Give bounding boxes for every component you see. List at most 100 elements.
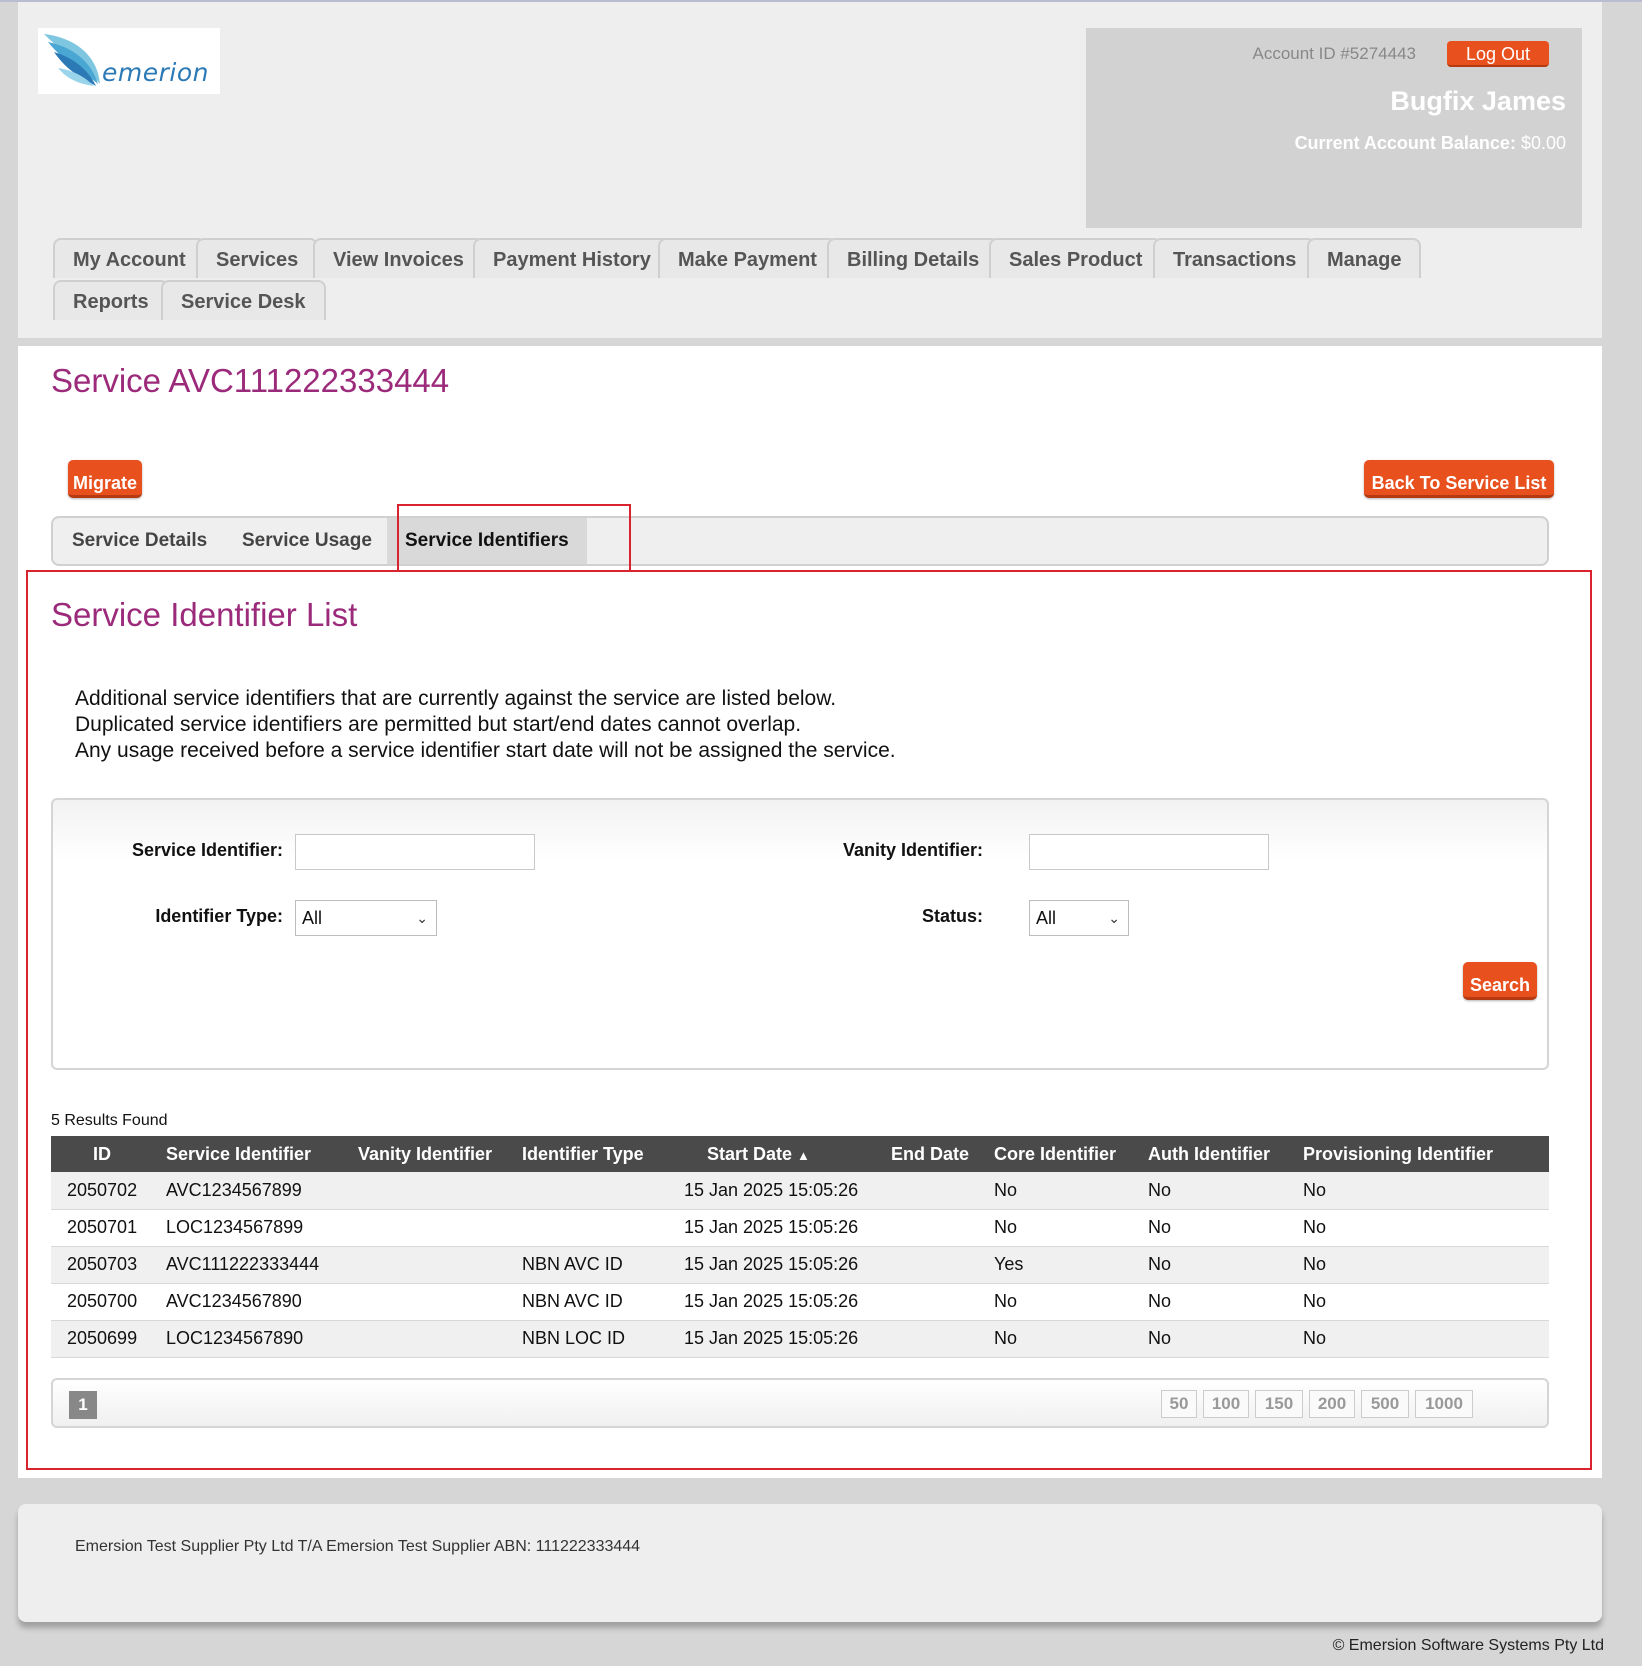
cell-provisioning-identifier: No (1293, 1283, 1549, 1321)
cell-vanity-identifier (338, 1172, 510, 1210)
page-footer: Emersion Test Supplier Pty Ltd T/A Emers… (18, 1504, 1602, 1622)
nav-tab-make-payment[interactable]: Make Payment (658, 238, 837, 278)
search-button[interactable]: Search (1463, 962, 1537, 1000)
cell-service-identifier: AVC111222333444 (147, 1246, 338, 1284)
page-size-option[interactable]: 200 (1309, 1390, 1355, 1418)
cell-end-date (885, 1246, 984, 1284)
nav-tab-services[interactable]: Services (196, 238, 319, 278)
table-row[interactable]: 2050699 LOC1234567890 NBN LOC ID 15 Jan 202… (51, 1320, 1549, 1358)
identifier-type-select[interactable]: All ⌄ (295, 900, 437, 936)
nav-tab-billing-details[interactable]: Billing Details (827, 238, 1000, 278)
vanity-identifier-input[interactable] (1029, 834, 1269, 870)
description-line: Duplicated service identifiers are permi… (75, 713, 802, 736)
status-select[interactable]: All ⌄ (1029, 900, 1129, 936)
cell-service-identifier: LOC1234567890 (147, 1320, 338, 1358)
account-panel: Account ID #5274443 Log Out Bugfix James… (1086, 28, 1582, 228)
company-info: Emersion Test Supplier Pty Ltd T/A Emers… (75, 1538, 641, 1555)
page-size-option[interactable]: 500 (1361, 1390, 1409, 1418)
col-header-vanity-identifier[interactable]: Vanity Identifier (338, 1136, 510, 1172)
page-title: Service AVC111222333444 (51, 362, 450, 399)
cell-service-identifier: AVC1234567899 (147, 1172, 338, 1210)
nav-tab-transactions[interactable]: Transactions (1153, 238, 1317, 278)
nav-tab-service-desk[interactable]: Service Desk (161, 280, 326, 320)
cell-auth-identifier: No (1138, 1209, 1293, 1247)
col-header-end-date[interactable]: End Date (885, 1136, 984, 1172)
page-size-option[interactable]: 150 (1255, 1390, 1303, 1418)
cell-start-date: 15 Jan 2025 15:05:26 (673, 1320, 885, 1358)
cell-id: 2050701 (51, 1209, 147, 1247)
table-row[interactable]: 2050701 LOC1234567899 15 Jan 2025 15:05:26… (51, 1209, 1549, 1247)
nav-tab-my-account[interactable]: My Account (53, 238, 206, 278)
page-size-option[interactable]: 1000 (1415, 1390, 1473, 1418)
cell-identifier-type: NBN AVC ID (510, 1246, 673, 1284)
nav-tab-reports[interactable]: Reports (53, 280, 169, 320)
col-header-auth-identifier[interactable]: Auth Identifier (1138, 1136, 1293, 1172)
cell-auth-identifier: No (1138, 1246, 1293, 1284)
balance-label: Current Account Balance: (1294, 133, 1516, 153)
service-identifier-input[interactable] (295, 834, 535, 870)
migrate-button[interactable]: Migrate (68, 460, 142, 498)
service-subtabs: Service Details Service Usage Service Id… (51, 516, 1549, 566)
cell-end-date (885, 1172, 984, 1210)
service-identifier-label: Service Identifier: (131, 840, 283, 860)
balance-value: $0.00 (1520, 133, 1566, 153)
cell-vanity-identifier (338, 1283, 510, 1321)
cell-end-date (885, 1320, 984, 1358)
cell-provisioning-identifier: No (1293, 1320, 1549, 1358)
cell-auth-identifier: No (1138, 1320, 1293, 1358)
page-header: emerion Account ID #5274443 Log Out Bugf… (18, 2, 1602, 338)
description-line: Any usage received before a service iden… (75, 739, 896, 762)
emersion-logo[interactable]: emerion (38, 28, 220, 94)
cell-vanity-identifier (338, 1246, 510, 1284)
back-to-service-list-button[interactable]: Back To Service List (1364, 460, 1554, 498)
cell-id: 2050703 (51, 1246, 147, 1284)
cell-auth-identifier: No (1138, 1172, 1293, 1210)
chevron-down-icon: ⌄ (1108, 910, 1120, 926)
account-id: Account ID #5274443 (1252, 44, 1416, 63)
cell-identifier-type: NBN LOC ID (510, 1320, 673, 1358)
vanity-identifier-label: Vanity Identifier: (842, 840, 983, 860)
cell-provisioning-identifier: No (1293, 1209, 1549, 1247)
cell-core-identifier: Yes (984, 1246, 1138, 1284)
cell-auth-identifier: No (1138, 1283, 1293, 1321)
identifier-type-value: All (302, 908, 323, 928)
table-row[interactable]: 2050703 AVC111222333444 NBN AVC ID 15 Jan 2… (51, 1246, 1549, 1284)
cell-core-identifier: No (984, 1172, 1138, 1210)
identifier-type-label: Identifier Type: (155, 906, 283, 926)
status-label: Status: (921, 906, 983, 926)
nav-tab-view-invoices[interactable]: View Invoices (313, 238, 484, 278)
page-number-current[interactable]: 1 (69, 1391, 97, 1419)
tab-service-details[interactable]: Service Details (72, 518, 207, 564)
tab-service-usage[interactable]: Service Usage (242, 518, 372, 564)
cell-end-date (885, 1283, 984, 1321)
cell-provisioning-identifier: No (1293, 1172, 1549, 1210)
highlight-active-tab (397, 504, 631, 572)
col-header-core-identifier[interactable]: Core Identifier (984, 1136, 1138, 1172)
nav-tab-sales-product[interactable]: Sales Product (989, 238, 1163, 278)
page-size-option[interactable]: 100 (1203, 1390, 1249, 1418)
cell-provisioning-identifier: No (1293, 1246, 1549, 1284)
cell-start-date: 15 Jan 2025 15:05:26 (673, 1172, 885, 1210)
col-header-id[interactable]: ID (51, 1136, 147, 1172)
cell-service-identifier: LOC1234567899 (147, 1209, 338, 1247)
cell-start-date: 15 Jan 2025 15:05:26 (673, 1283, 885, 1321)
col-header-provisioning-identifier[interactable]: Provisioning Identifier (1293, 1136, 1549, 1172)
cell-identifier-type (510, 1209, 673, 1247)
results-count: 5 Results Found (51, 1112, 168, 1129)
cell-id: 2050702 (51, 1172, 147, 1210)
table-row[interactable]: 2050700 AVC1234567890 NBN AVC ID 15 Jan 202… (51, 1283, 1549, 1321)
nav-tab-payment-history[interactable]: Payment History (473, 238, 671, 278)
cell-core-identifier: No (984, 1320, 1138, 1358)
cell-core-identifier: No (984, 1283, 1138, 1321)
cell-identifier-type (510, 1172, 673, 1210)
description: Additional service identifiers that are … (75, 686, 896, 764)
logout-button[interactable]: Log Out (1447, 41, 1549, 67)
col-header-identifier-type[interactable]: Identifier Type (510, 1136, 673, 1172)
table-row[interactable]: 2050702 AVC1234567899 15 Jan 2025 15:05:26… (51, 1172, 1549, 1210)
start-date-label: Start Date (707, 1143, 793, 1164)
page-size-option[interactable]: 50 (1161, 1390, 1197, 1418)
cell-core-identifier: No (984, 1209, 1138, 1247)
col-header-service-identifier[interactable]: Service Identifier (147, 1136, 338, 1172)
nav-tab-manage[interactable]: Manage (1307, 238, 1422, 278)
col-header-start-date[interactable]: Start Date ▲ (673, 1136, 885, 1172)
